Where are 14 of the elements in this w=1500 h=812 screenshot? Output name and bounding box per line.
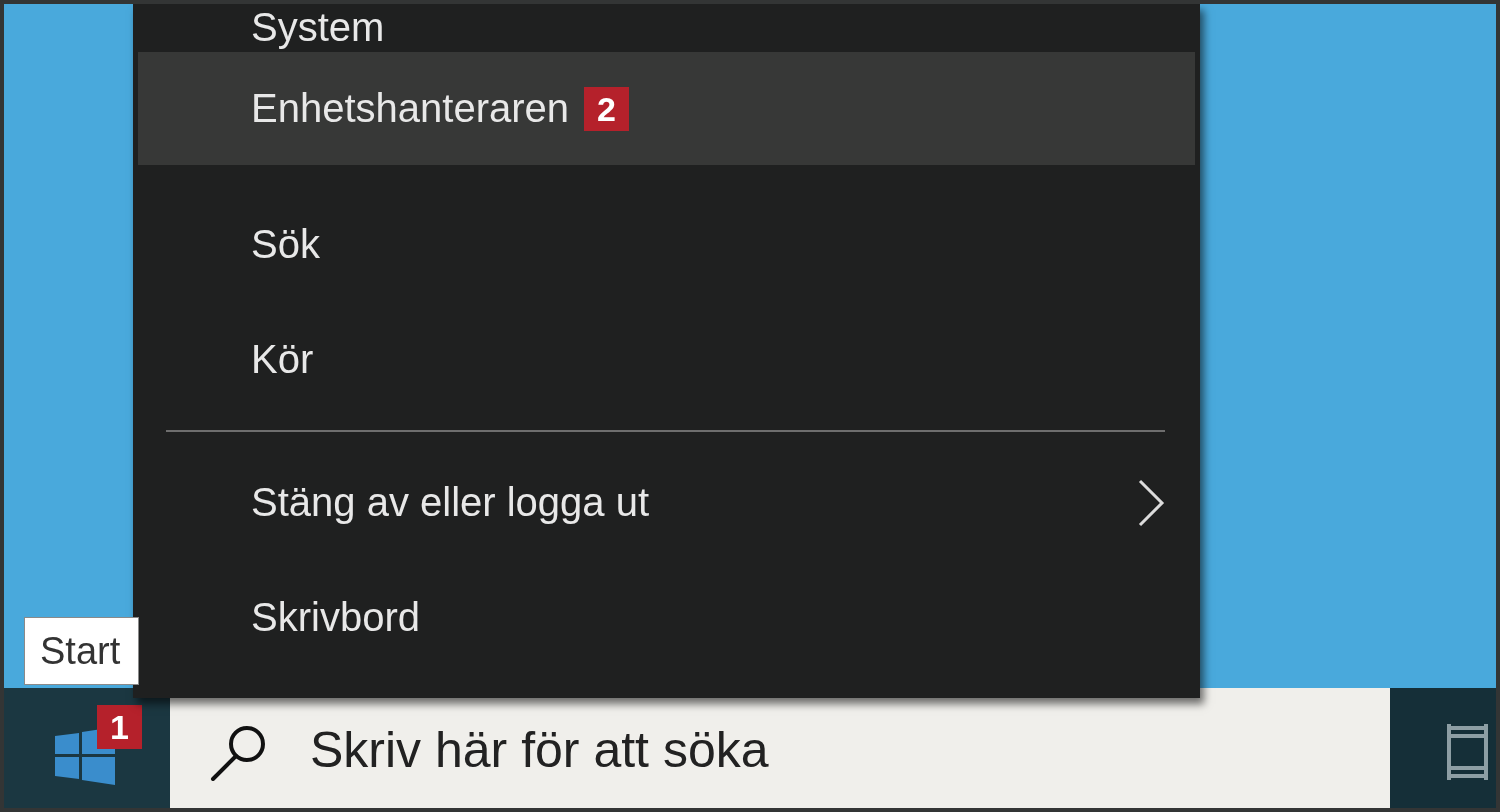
start-tooltip: Start	[24, 617, 140, 685]
menu-item[interactable]: Enhetshanteraren 2	[138, 52, 1195, 165]
search-icon	[210, 723, 268, 781]
menu-item[interactable]: Skrivbord	[138, 560, 1195, 675]
search-box[interactable]: Skriv här för att söka	[170, 688, 1390, 808]
search-field[interactable]: Skriv här för att söka	[310, 721, 1310, 779]
menu-item[interactable]: Kör	[138, 302, 1195, 417]
step-marker: 2	[584, 86, 629, 131]
menu-item[interactable]: Sök	[138, 187, 1195, 302]
menu-item[interactable]: Stäng av eller logga ut	[138, 445, 1195, 560]
task-view-icon	[1445, 724, 1490, 780]
menu-item[interactable]: System	[138, 4, 1195, 52]
task-view-button[interactable]	[1390, 688, 1496, 808]
step-marker: 1	[97, 705, 142, 749]
